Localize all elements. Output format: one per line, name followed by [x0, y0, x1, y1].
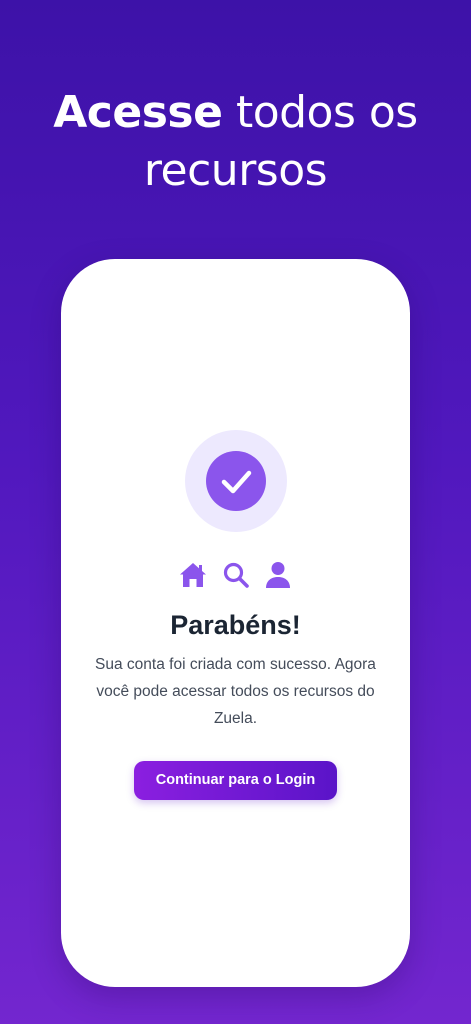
feature-icon-row	[61, 560, 410, 590]
headline-line-1: Acesse todos os	[0, 84, 471, 142]
headline-line-2: recursos	[143, 145, 328, 196]
home-icon	[178, 560, 208, 590]
user-icon	[263, 560, 293, 590]
headline-bold: Acesse	[53, 87, 223, 138]
success-badge	[185, 430, 287, 532]
search-icon	[221, 560, 251, 590]
continue-to-login-button[interactable]: Continuar para o Login	[134, 761, 337, 800]
success-title: Parabéns!	[170, 610, 301, 640]
success-message: Sua conta foi criada com sucesso. Agora …	[95, 656, 376, 727]
check-circle-icon	[206, 451, 266, 511]
headline-rest: todos os	[235, 87, 418, 138]
page-headline: Acesse todos os recursos	[0, 84, 471, 200]
phone-card: Parabéns! Sua conta foi criada com suces…	[61, 259, 410, 987]
